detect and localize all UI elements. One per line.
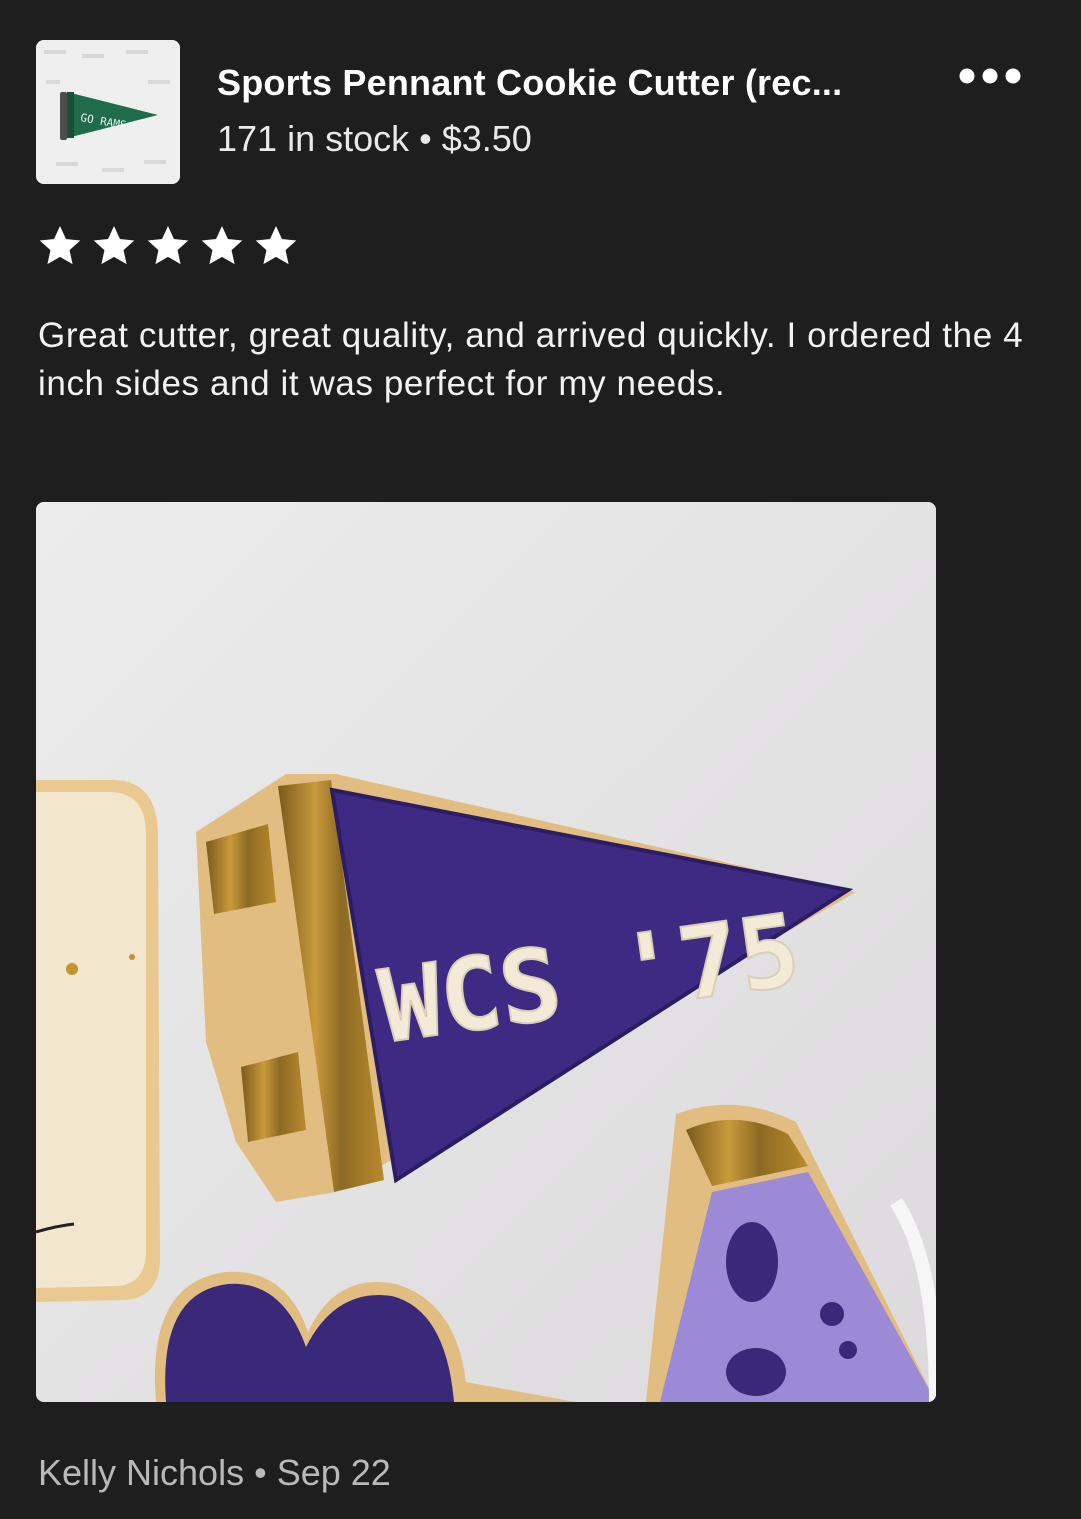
- meta-separator: •: [419, 118, 432, 159]
- review-photo[interactable]: WCS '75: [36, 502, 936, 1402]
- review-text: Great cutter, great quality, and arrived…: [38, 316, 1024, 403]
- star-icon: [255, 225, 297, 265]
- review-footer: Kelly Nichols • Sep 22: [38, 1450, 391, 1496]
- review-date: Sep 22: [276, 1452, 391, 1493]
- pennant-cookie-photo: WCS '75: [36, 502, 936, 1402]
- listing-price: $3.50: [441, 118, 532, 159]
- footer-separator: •: [254, 1452, 267, 1493]
- star-icon: [93, 225, 135, 265]
- star-icon: [201, 225, 243, 265]
- star-icon: [147, 225, 189, 265]
- review-author[interactable]: Kelly Nichols: [38, 1452, 244, 1493]
- star-icon: [39, 225, 81, 265]
- listing-thumbnail[interactable]: GO RAMS: [36, 40, 180, 184]
- listing-meta: 171 in stock • $3.50: [217, 116, 532, 162]
- more-horizontal-icon: [959, 68, 1021, 84]
- star-rating: [38, 224, 298, 268]
- listing-title[interactable]: Sports Pennant Cookie Cutter (rec...: [217, 60, 937, 106]
- stock-count: 171 in stock: [217, 118, 410, 159]
- more-options-button[interactable]: [952, 58, 1028, 94]
- pennant-thumbnail-image: GO RAMS: [36, 40, 180, 184]
